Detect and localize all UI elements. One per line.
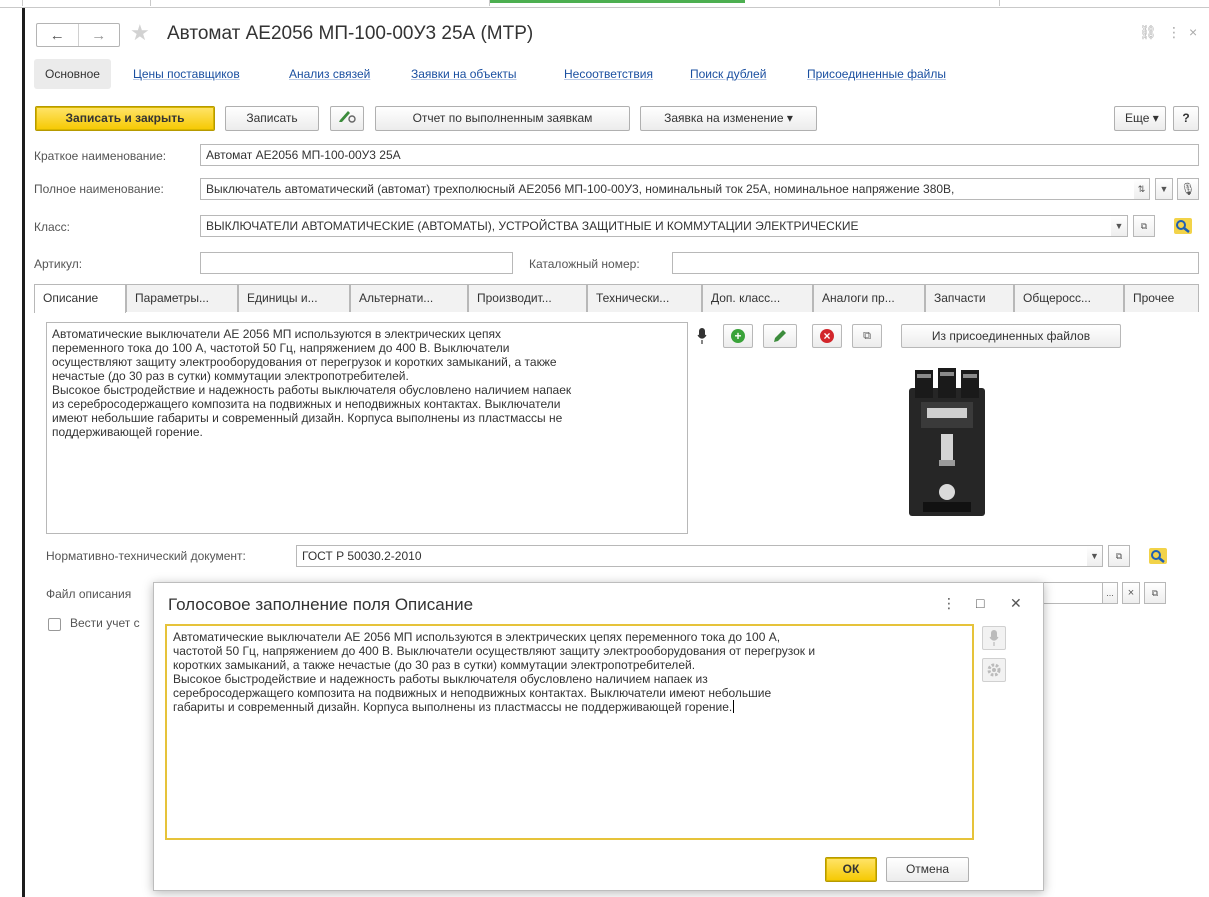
tab-spare-parts[interactable]: Запчасти: [925, 284, 1014, 312]
normative-doc-label: Нормативно-технический документ:: [46, 549, 246, 563]
tab-supplier-prices[interactable]: Цены поставщиков: [133, 59, 240, 89]
add-image-button[interactable]: +: [723, 324, 753, 348]
open-window-icon[interactable]: ⧉: [1144, 582, 1166, 604]
tab-alternatives[interactable]: Альтернати...: [350, 284, 468, 312]
ok-button[interactable]: ОК: [825, 857, 877, 882]
navigation-buttons: ← →: [36, 23, 120, 47]
tab-links-analysis[interactable]: Анализ связей: [289, 59, 370, 89]
more-actions-dropdown[interactable]: Еще ▾: [1114, 106, 1166, 131]
voice-input-dialog: Голосовое заполнение поля Описание ⋮ □ ✕…: [153, 582, 1044, 891]
tab-extra-classes[interactable]: Доп. класс...: [702, 284, 813, 312]
tab-units[interactable]: Единицы и...: [238, 284, 350, 312]
tab-manufacturers[interactable]: Производит...: [468, 284, 587, 312]
text-caret: [733, 700, 735, 713]
more-actions-label: Еще: [1125, 111, 1150, 125]
chevron-down-icon: ▾: [786, 111, 793, 125]
tab-analogs[interactable]: Аналоги пр...: [813, 284, 925, 312]
tab-all-russian[interactable]: Общеросс...: [1014, 284, 1124, 312]
open-window-icon[interactable]: ⧉: [1133, 215, 1155, 237]
dialog-text-content: Автоматические выключатели АЕ 2056 МП ис…: [173, 630, 816, 714]
scroll-updown-icon[interactable]: ⇅: [1134, 178, 1150, 200]
normative-doc-input[interactable]: ГОСТ Р 50030.2-2010: [296, 545, 1103, 567]
clear-icon[interactable]: ×: [1122, 582, 1140, 604]
tab-main[interactable]: Основное: [34, 59, 111, 89]
page-title: Автомат АЕ2056 МП-100-00У3 25А (МТР): [167, 23, 534, 44]
active-window-indicator: [490, 0, 745, 3]
open-window-icon[interactable]: ⧉: [1108, 545, 1130, 567]
back-arrow-icon[interactable]: ←: [37, 24, 78, 46]
class-input[interactable]: ВЫКЛЮЧАТЕЛИ АВТОМАТИЧЕСКИЕ (АВТОМАТЫ), У…: [200, 215, 1128, 237]
tab-parameters[interactable]: Параметры...: [126, 284, 238, 312]
keep-record-label: Вести учет с: [70, 616, 140, 630]
add-icon: +: [731, 329, 745, 343]
full-name-input[interactable]: Выключатель автоматический (автомат) тре…: [200, 178, 1150, 200]
change-request-label: Заявка на изменение: [664, 111, 784, 125]
search-icon[interactable]: [1171, 215, 1195, 237]
catalog-number-label: Каталожный номер:: [529, 257, 640, 271]
delete-icon: ×: [820, 329, 834, 343]
catalog-number-input[interactable]: [672, 252, 1199, 274]
tab-object-requests[interactable]: Заявки на объекты: [411, 59, 517, 89]
from-attached-files-button[interactable]: Из присоединенных файлов: [901, 324, 1121, 348]
tab-attached-files[interactable]: Присоединенные файлы: [807, 59, 946, 89]
cancel-button[interactable]: Отмена: [886, 857, 969, 882]
chevron-down-icon: ▾: [1152, 111, 1159, 125]
maximize-icon[interactable]: □: [976, 595, 984, 611]
more-menu-icon[interactable]: ⋮: [942, 595, 956, 612]
pencil-gear-icon: [339, 111, 356, 123]
change-request-dropdown[interactable]: Заявка на изменение ▾: [640, 106, 817, 131]
forward-arrow-icon[interactable]: →: [77, 24, 120, 46]
full-name-label: Полное наименование:: [34, 182, 164, 196]
dialog-title: Голосовое заполнение поля Описание: [168, 595, 474, 614]
save-button[interactable]: Записать: [225, 106, 319, 131]
tab-description[interactable]: Описание: [34, 284, 126, 313]
article-label: Артикул:: [34, 257, 83, 271]
favorite-star-icon[interactable]: ★: [130, 20, 150, 46]
article-input[interactable]: [200, 252, 513, 274]
microphone-icon[interactable]: [691, 324, 713, 348]
pencil-icon: [774, 330, 786, 342]
chevron-down-icon[interactable]: ▼: [1087, 545, 1103, 567]
product-image: [909, 368, 985, 516]
link-icon[interactable]: ⛓: [1139, 24, 1157, 41]
open-window-icon[interactable]: ⧉: [852, 324, 882, 348]
edit-image-button[interactable]: [763, 324, 797, 348]
help-button[interactable]: ?: [1173, 106, 1199, 131]
file-description-label: Файл описания: [46, 587, 132, 601]
keep-record-checkbox[interactable]: [48, 618, 61, 631]
tab-nonconformities[interactable]: Несоответствия: [564, 59, 653, 89]
ellipsis-icon[interactable]: ...: [1102, 582, 1118, 604]
tab-other[interactable]: Прочее: [1124, 284, 1199, 312]
chevron-down-icon[interactable]: ▼: [1155, 178, 1173, 200]
description-textarea[interactable]: Автоматические выключатели АЕ 2056 МП ис…: [46, 322, 688, 534]
short-name-label: Краткое наименование:: [34, 149, 167, 163]
report-button[interactable]: Отчет по выполненным заявкам: [375, 106, 630, 131]
microphone-icon[interactable]: [982, 626, 1006, 650]
app-top-frame: [0, 0, 1209, 8]
class-label: Класс:: [34, 220, 70, 234]
chevron-down-icon[interactable]: ▼: [1111, 215, 1128, 237]
gear-icon[interactable]: [982, 658, 1006, 682]
edit-attributes-button[interactable]: [330, 106, 364, 131]
microphone-icon[interactable]: 🎙: [1177, 178, 1199, 200]
form-window: ← → ★ Автомат АЕ2056 МП-100-00У3 25А (МТ…: [25, 8, 1209, 897]
search-icon[interactable]: [1146, 545, 1170, 567]
close-icon[interactable]: ×: [1189, 24, 1197, 40]
tab-technical[interactable]: Технически...: [587, 284, 702, 312]
content-tabs: Описание Параметры... Единицы и... Альте…: [34, 284, 1199, 313]
more-menu-icon[interactable]: ⋮: [1167, 24, 1181, 41]
delete-image-button[interactable]: ×: [812, 324, 842, 348]
dialog-description-textarea[interactable]: Автоматические выключатели АЕ 2056 МП ис…: [165, 624, 974, 840]
save-and-close-button[interactable]: Записать и закрыть: [35, 106, 215, 131]
tab-duplicate-search[interactable]: Поиск дублей: [690, 59, 766, 89]
close-icon[interactable]: ✕: [1010, 595, 1022, 612]
short-name-input[interactable]: Автомат АЕ2056 МП-100-00У3 25А: [200, 144, 1199, 166]
